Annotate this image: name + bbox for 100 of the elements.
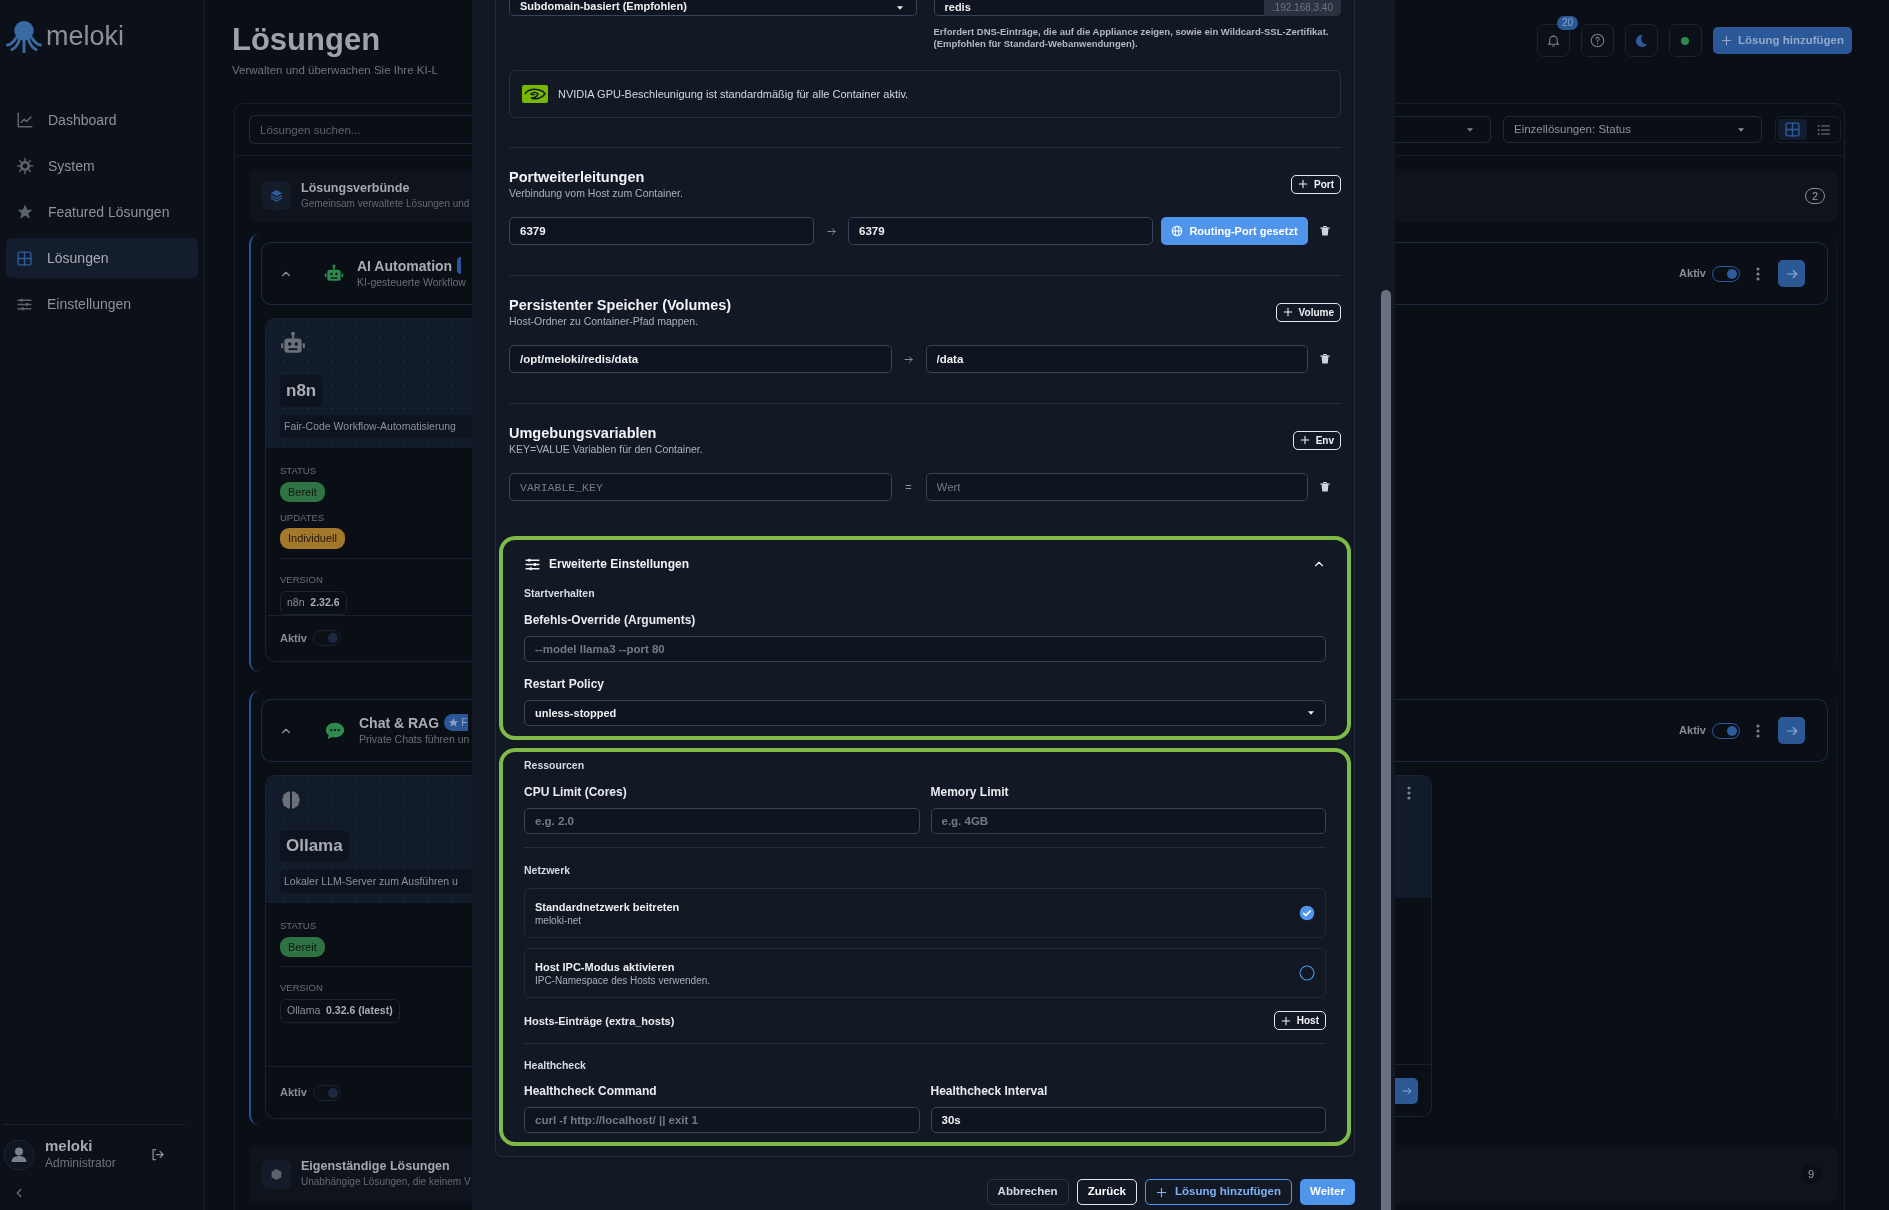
healthcheck-interval-field[interactable]: 30s xyxy=(930,1107,1326,1133)
checkbox[interactable] xyxy=(1299,965,1315,981)
eye-logo-icon xyxy=(522,85,548,103)
field-label: Memory Limit xyxy=(930,784,1010,800)
cancel-button[interactable]: Abbrechen xyxy=(986,1179,1069,1205)
star-icon xyxy=(448,717,460,729)
add-solution-button[interactable]: Lösung hinzufügen xyxy=(1145,1179,1293,1205)
subdomain-field[interactable]: redis xyxy=(933,0,1264,16)
field-label: VERSION xyxy=(280,572,324,587)
sidebar-item[interactable]: Featured Lösungen xyxy=(6,192,198,232)
network-option[interactable]: Host IPC-Modus aktivieren IPC-Namespace des Hosts verwenden. xyxy=(524,948,1326,998)
toggle-label: Aktiv xyxy=(1679,266,1706,282)
section-title: Portweiterleitungen xyxy=(509,168,646,186)
container-path-field[interactable]: /data xyxy=(925,345,1308,373)
logout-icon[interactable] xyxy=(149,1147,165,1162)
field-label: UPDATES xyxy=(280,511,326,525)
version-tag: n8n 2.32.6 xyxy=(280,591,347,615)
command-field[interactable]: --model llama3 --port 80 xyxy=(524,636,1326,662)
field-label: Healthcheck Command xyxy=(524,1083,658,1099)
caret-down-icon xyxy=(1307,709,1315,717)
add-button[interactable]: Volume xyxy=(1275,302,1341,322)
bell-icon xyxy=(1545,33,1561,48)
open-button[interactable] xyxy=(1395,1077,1418,1104)
section-subtitle: Host-Ordner zu Container-Pfad mappen. xyxy=(509,314,700,328)
network-option[interactable]: Standardnetzwerk beitreten meloki-net xyxy=(524,888,1326,938)
notification-count: 20 xyxy=(1556,16,1579,30)
caret-down-icon xyxy=(895,4,904,12)
section-title: Persistenter Speicher (Volumes) xyxy=(509,296,732,314)
status-filter-dropdown[interactable]: Einzellösungen: Status xyxy=(1503,116,1762,143)
caret-down-icon xyxy=(1737,125,1745,134)
user-name: meloki xyxy=(45,1137,94,1154)
sidebar-item[interactable]: Lösungen xyxy=(6,238,198,278)
featured-tag: F xyxy=(444,714,468,732)
version-tag: Ollama 0.32.6 (latest) xyxy=(280,999,400,1023)
bundle-description: Private Chats führen un xyxy=(359,731,470,747)
field-label: Befehls-Override (Arguments) xyxy=(524,612,697,628)
kebab-menu-icon[interactable] xyxy=(1756,723,1760,738)
restart-policy-select[interactable]: unless-stopped xyxy=(524,700,1326,726)
user-role: Administrator xyxy=(45,1155,116,1172)
toggle-label: Aktiv xyxy=(280,1085,307,1101)
toggle-label: Aktiv xyxy=(1679,723,1706,739)
section-subtitle: Gemeinsam verwaltete Lösungen und xyxy=(301,196,470,211)
back-button[interactable]: Zurück xyxy=(1076,1179,1137,1205)
add-button[interactable]: Port xyxy=(1291,174,1341,194)
help-button[interactable] xyxy=(1580,24,1614,57)
scrollbar-thumb[interactable] xyxy=(1381,290,1391,1210)
status-pill: Individuell xyxy=(280,528,345,549)
healthcheck-command-field[interactable]: curl -f http://localhost/ || exit 1 xyxy=(524,1107,920,1133)
option-subtitle: meloki-net xyxy=(535,913,583,927)
container-port-field[interactable]: 6379 xyxy=(848,217,1153,245)
field-label: STATUS xyxy=(280,464,318,479)
octopus-logo-icon xyxy=(6,18,42,54)
toggle-switch[interactable] xyxy=(312,630,341,647)
open-button[interactable] xyxy=(1778,260,1805,287)
toggle-switch[interactable] xyxy=(312,1084,341,1101)
sidebar-item[interactable]: Einstellungen xyxy=(6,284,198,324)
add-button[interactable]: Env xyxy=(1292,430,1341,450)
field-label: VERSION xyxy=(280,981,324,995)
section-title: Lösungsverbünde xyxy=(301,180,411,196)
help-icon xyxy=(1589,33,1605,48)
chart-line-icon xyxy=(16,111,34,129)
solution-description: Lokaler LLM-Server zum Ausführen u xyxy=(280,869,472,894)
page-title: Lösungen xyxy=(231,21,382,58)
status-pill: Bereit xyxy=(280,936,325,957)
add-button[interactable]: Host xyxy=(1273,1011,1326,1030)
info-text: NVIDIA GPU-Beschleunigung ist standardmäßig für alle Container aktiv. xyxy=(558,86,909,102)
routing-mode-select[interactable]: Subdomain-basiert (Empfohlen) xyxy=(509,0,917,16)
advanced-settings-toggle[interactable]: Erweiterte Einstellungen xyxy=(524,552,1326,576)
robot-icon xyxy=(324,263,344,284)
checkbox[interactable] xyxy=(1299,905,1315,921)
sidebar-item[interactable]: System xyxy=(6,146,198,186)
field-label: Healthcheck Interval xyxy=(930,1083,1049,1099)
host-path-field[interactable]: /opt/meloki/redis/data xyxy=(509,345,892,373)
search-field[interactable]: Lösungen suchen... xyxy=(249,115,472,144)
field-label: STATUS xyxy=(280,919,318,934)
cpu-limit-field[interactable]: e.g. 2.0 xyxy=(524,808,920,834)
kebab-menu-icon[interactable] xyxy=(1407,786,1411,800)
gear-icon xyxy=(16,157,34,175)
section-title: Umgebungsvariablen xyxy=(509,424,658,442)
notifications-button[interactable] xyxy=(1536,24,1570,57)
theme-button[interactable] xyxy=(1624,24,1658,57)
count-badge: 9 xyxy=(1800,1163,1821,1185)
domain-suffix: .192.168.3.40 xyxy=(1263,0,1341,16)
field-label: CPU Limit (Cores) xyxy=(524,784,628,800)
grid-icon xyxy=(16,249,33,267)
kebab-menu-icon[interactable] xyxy=(1756,266,1760,281)
plus-icon xyxy=(1299,435,1310,445)
bundle-name: Chat & RAG xyxy=(359,713,440,732)
grid-view-button[interactable] xyxy=(1778,119,1807,140)
variable-value-field[interactable]: Wert xyxy=(925,473,1308,501)
open-button[interactable] xyxy=(1778,717,1805,744)
host-port-field[interactable]: 6379 xyxy=(509,217,814,245)
status-pill: Bereit xyxy=(280,481,325,502)
status-button[interactable] xyxy=(1668,24,1702,57)
option-subtitle: IPC-Namespace des Hosts verwenden. xyxy=(535,973,711,987)
memory-limit-field[interactable]: e.g. 4GB xyxy=(930,808,1326,834)
field-label: Restart Policy xyxy=(524,676,606,692)
cube-icon xyxy=(270,1167,283,1181)
variable-key-field[interactable]: VARIABLE_KEY xyxy=(509,473,892,501)
sidebar-item[interactable]: Dashboard xyxy=(6,100,198,140)
